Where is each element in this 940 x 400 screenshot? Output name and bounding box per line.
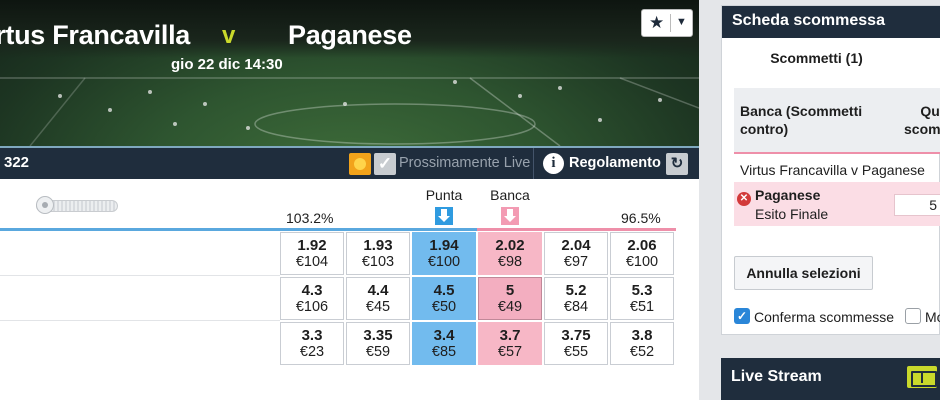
odds-input[interactable]: 5: [894, 194, 940, 216]
coming-soon-live-label: Prossimamente Live: [399, 155, 531, 171]
star-icon[interactable]: ★: [649, 14, 664, 32]
best-lay-cell[interactable]: 2.02 €98: [478, 232, 542, 275]
price-cell[interactable]: 3.75 €55: [544, 322, 608, 365]
lay-column-label: Banca (Scommetti contro): [740, 103, 863, 137]
event-header: irtus Francavilla v Paganese gio 22 dic …: [0, 0, 699, 146]
confirm-bets-checkbox[interactable]: ✓: [734, 308, 750, 324]
price-cell[interactable]: 5.2 €84: [544, 277, 608, 320]
tab-place-bets[interactable]: Scommetti (1): [722, 38, 940, 88]
rules-link[interactable]: Regolamento: [569, 155, 661, 171]
market-panel: irtus Francavilla v Paganese gio 22 dic …: [0, 0, 699, 400]
best-lay-cell[interactable]: 3.7 €57: [478, 322, 542, 365]
best-lay-cell-selected[interactable]: 5 €49: [478, 277, 542, 320]
row-divider: [0, 320, 280, 321]
chevron-down-icon[interactable]: ▼: [676, 16, 687, 28]
odds-column-label: Quotscomm: [904, 103, 940, 137]
lay-label: Banca: [490, 187, 530, 203]
selection-name: Paganese: [755, 187, 821, 203]
row-divider: [0, 275, 280, 276]
best-back-cell[interactable]: 3.4 €85: [412, 322, 476, 365]
selection-row: ✕ Paganese Esito Finale 5: [734, 182, 940, 226]
price-cell[interactable]: 3.8 €52: [610, 322, 674, 365]
selection-match: Virtus Francavilla v Paganese: [740, 162, 925, 178]
price-cell[interactable]: 1.92 €104: [280, 232, 344, 275]
pitch-icon: [907, 366, 937, 388]
zoom-slider-handle[interactable]: [36, 196, 54, 214]
back-arrow-icon: [435, 207, 453, 225]
matched-amount: 322: [4, 154, 30, 171]
back-label: Punta: [425, 187, 463, 203]
remove-selection-icon[interactable]: ✕: [737, 192, 751, 206]
live-stream-title: Live Stream: [731, 368, 822, 385]
away-team: Paganese: [288, 20, 412, 50]
lay-underline: [477, 228, 676, 231]
home-team: irtus Francavilla: [0, 20, 190, 50]
bet-slip-title: Scheda scommessa: [722, 6, 940, 38]
best-back-cell[interactable]: 1.94 €100: [412, 232, 476, 275]
info-icon[interactable]: i: [543, 153, 564, 174]
price-cell[interactable]: 4.4 €45: [346, 277, 410, 320]
live-stream-header[interactable]: Live Stream: [721, 358, 940, 400]
toolbar-divider: [533, 148, 534, 179]
price-cell[interactable]: 4.3 €106: [280, 277, 344, 320]
bet-slip: Scheda scommessa Scommetti (1) Banca (Sc…: [721, 5, 940, 335]
back-overround: 103.2%: [286, 210, 334, 226]
lay-header: Banca (Scommetti contro) Quotscomm: [734, 88, 940, 154]
versus-label: v: [222, 22, 236, 49]
market-toolbar: 322 ✓ Prossimamente Live i Regolamento ↻: [0, 146, 699, 179]
price-cell[interactable]: 2.06 €100: [610, 232, 674, 275]
lay-arrow-icon: [501, 207, 519, 225]
divider: [670, 14, 671, 32]
refresh-icon[interactable]: ↻: [666, 153, 688, 175]
price-cell[interactable]: 3.3 €23: [280, 322, 344, 365]
back-underline: [0, 228, 477, 231]
lay-underline: [734, 152, 940, 154]
price-cell[interactable]: 3.35 €59: [346, 322, 410, 365]
event-title: irtus Francavilla v Paganese: [0, 20, 699, 56]
event-datetime: gio 22 dic 14:30: [171, 56, 283, 73]
lay-overround: 96.5%: [621, 210, 661, 226]
sidebar: Scheda scommessa Scommetti (1) Banca (Sc…: [721, 0, 940, 400]
best-back-cell[interactable]: 4.5 €50: [412, 277, 476, 320]
confirm-bets-label: Conferma scommesse: [754, 309, 895, 325]
other-option-checkbox[interactable]: [905, 308, 921, 324]
price-cell[interactable]: 1.93 €103: [346, 232, 410, 275]
other-option-label: Mo: [925, 309, 940, 325]
price-cell[interactable]: 5.3 €51: [610, 277, 674, 320]
price-cell[interactable]: 2.04 €97: [544, 232, 608, 275]
selection-market: Esito Finale: [755, 206, 829, 222]
favorite-button[interactable]: ★ ▼: [641, 9, 693, 37]
clear-selections-button[interactable]: Annulla selezioni: [734, 256, 873, 290]
check-icon: ✓: [374, 153, 396, 175]
sun-icon: [349, 153, 371, 175]
